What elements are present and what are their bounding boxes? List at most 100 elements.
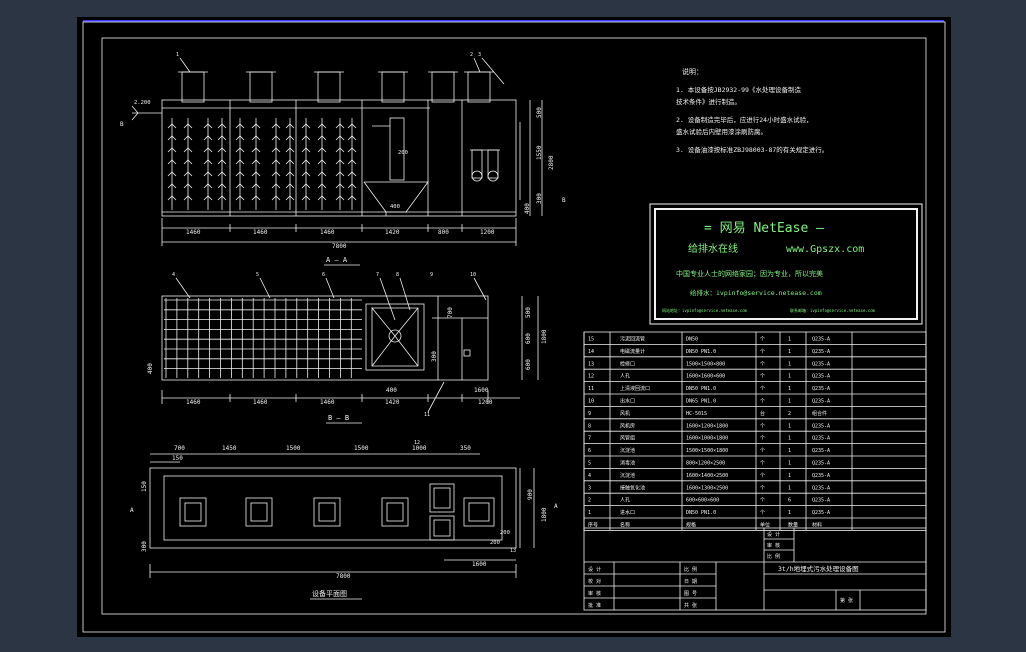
leader-8: 8 — [396, 272, 399, 278]
netease-logo: = 网易 NetEase – — [704, 221, 824, 236]
table-cell: 个 — [760, 473, 765, 479]
table-cell: 1 — [788, 386, 791, 392]
table-header: 序号 — [588, 522, 598, 529]
table-cell: Q235-A — [812, 399, 830, 405]
notes-line-1: 1. 本设备按JB2932-99《水处理设备制造 — [676, 85, 801, 94]
table-cell: Q235-A — [812, 386, 830, 392]
table-cell: 1 — [788, 374, 791, 380]
netease-email: 给排水：ivpinfo@service.netease.com — [690, 288, 822, 297]
cad-drawing-canvas[interactable]: 1460 1460 1460 1420 800 1200 7800 2800 1… — [0, 0, 1026, 652]
tb-left-2: 校 对 — [588, 578, 601, 585]
table-cell: 1 — [788, 448, 791, 454]
dim-a-4: 1420 — [385, 229, 400, 236]
table-cell: 台 — [760, 410, 765, 417]
table-cell: Q235-A — [812, 361, 830, 367]
section-b-label: B — B — [328, 414, 349, 422]
table-cell: 8 — [588, 423, 591, 429]
table-cell: 800×1200×2500 — [686, 461, 725, 467]
table-cell: 7 — [588, 436, 591, 442]
drawing-title: 3t/h地埋式污水处理设备图 — [778, 564, 859, 573]
dim-p-h1800: 1800 — [541, 507, 548, 522]
table-cell: 个 — [760, 349, 765, 355]
dim-h-400: 400 — [524, 203, 531, 214]
table-cell: 4 — [588, 473, 591, 479]
notes-title: 说明： — [682, 67, 703, 76]
leader-7: 7 — [376, 272, 379, 278]
leader-5: 5 — [256, 272, 259, 278]
table-cell: 检修口 — [620, 360, 635, 367]
dim-p-1450: 1450 — [222, 445, 237, 452]
netease-site-cn: 给排水在线 — [688, 242, 738, 255]
table-cell: 个 — [760, 399, 765, 405]
table-cell: 个 — [760, 374, 765, 380]
table-cell: 1 — [788, 510, 791, 516]
table-cell: 1 — [788, 473, 791, 479]
table-cell: DN65 PN1.0 — [686, 399, 716, 405]
table-cell: 600×600×600 — [686, 498, 719, 504]
dim-p-1600: 1600 — [472, 561, 487, 568]
table-cell: DN50 PN1.0 — [686, 510, 716, 516]
tb-mid-3: 图 号 — [684, 591, 697, 597]
table-cell: Q235-A — [812, 423, 830, 429]
dim-p-700: 700 — [174, 445, 185, 452]
table-cell: 风机房 — [620, 422, 635, 429]
table-cell: 3 — [588, 485, 591, 491]
tb-left-1: 设 计 — [588, 566, 601, 573]
dim-a-3: 1460 — [320, 229, 335, 236]
tb-right-1: 设 计 — [767, 531, 780, 538]
dim-h-300: 300 — [536, 193, 543, 204]
table-cell: Q235-A — [812, 498, 830, 504]
table-cell: 1 — [788, 337, 791, 343]
dim-p-h300: 300 — [141, 541, 148, 552]
table-cell: 人孔 — [620, 497, 630, 504]
table-cell: 1500×1500×1800 — [686, 448, 728, 454]
netease-footer-right: 联系邮箱：ivpinfo@service.netease.com — [790, 307, 876, 313]
dim-p-350: 350 — [460, 445, 471, 452]
leader-2: 2 — [470, 52, 473, 58]
dim-a-6: 1200 — [480, 229, 495, 236]
table-cell: 个 — [760, 423, 765, 429]
tb-sheet: 第 张 — [840, 597, 853, 604]
dim-400: 400 — [390, 204, 400, 210]
drawing-sheet — [77, 17, 951, 637]
dim-b-h300: 300 — [431, 351, 438, 362]
table-cell: 1 — [788, 399, 791, 405]
table-cell: 沉淀池 — [620, 472, 635, 479]
table-header: 规格 — [686, 522, 696, 529]
tb-left-4: 批 准 — [588, 602, 601, 609]
table-cell: 个 — [760, 448, 765, 454]
table-cell: 10 — [588, 399, 594, 405]
table-header: 名称 — [620, 522, 630, 529]
dim-p-7800: 7800 — [336, 573, 351, 580]
table-cell: DN50 PN1.0 — [686, 386, 716, 392]
table-cell: 风管组 — [620, 435, 635, 442]
dim-b-h600b: 600 — [525, 359, 532, 370]
table-cell: 消毒池 — [620, 460, 635, 467]
table-cell: 1 — [788, 436, 791, 442]
table-cell: 12 — [588, 374, 594, 380]
dim-b-1600: 1600 — [474, 387, 489, 394]
table-cell: 进水口 — [620, 509, 635, 516]
table-cell: 9 — [588, 411, 591, 417]
dim-a-2: 1460 — [253, 229, 268, 236]
dim-h-2800: 2800 — [548, 155, 555, 170]
table-cell: 污泥回流管 — [620, 336, 645, 343]
dim-b-h400: 400 — [147, 363, 154, 374]
table-cell: 2 — [588, 498, 591, 504]
dim-p-250: 200 — [490, 540, 500, 546]
table-cell: 2 — [788, 411, 791, 417]
notes-line-4: 盛水试验后内壁用漆涂刷防腐。 — [676, 127, 767, 136]
table-cell: 1 — [788, 461, 791, 467]
leader-6: 6 — [322, 272, 325, 278]
dim-a-total: 7800 — [332, 243, 347, 250]
table-cell: Q235-A — [812, 436, 830, 442]
notes-line-2: 技术条件》进行制造。 — [676, 97, 741, 106]
table-cell: Q235-A — [812, 510, 830, 516]
dim-b-400: 400 — [386, 387, 397, 394]
dim-p-1500a: 1500 — [286, 445, 301, 452]
marker-b-right: B — [562, 197, 566, 204]
table-cell: 13 — [588, 361, 594, 367]
table-cell: 1 — [788, 349, 791, 355]
tb-right-3: 比 例 — [767, 553, 780, 560]
table-cell: Q235-A — [812, 337, 830, 343]
